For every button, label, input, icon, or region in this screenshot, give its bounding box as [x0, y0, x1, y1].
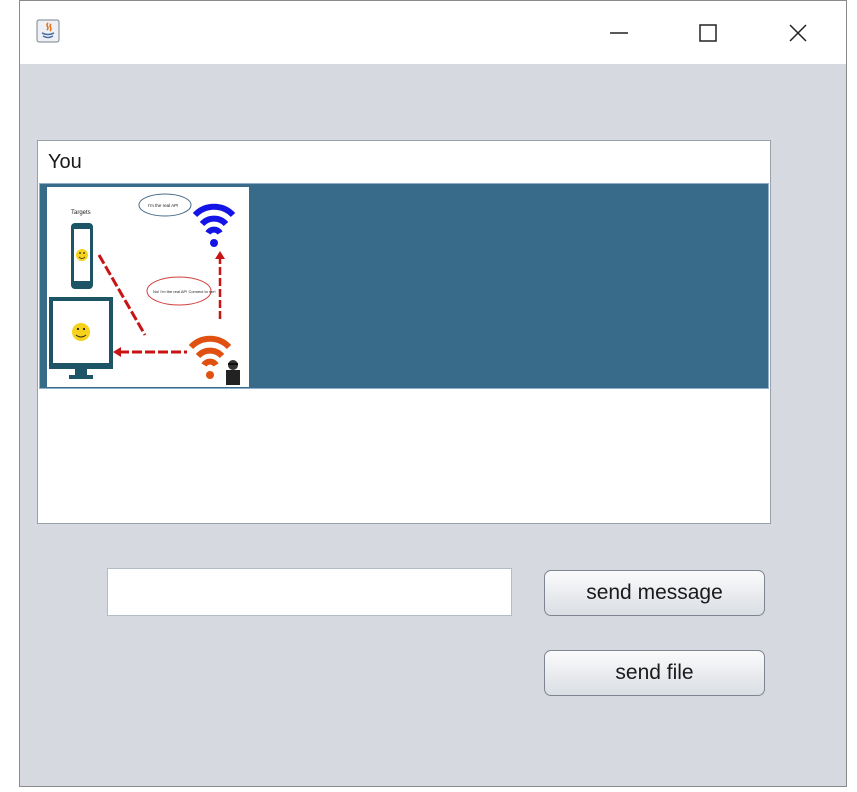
message-row-selected[interactable]: Targets I'm the real AP! No! I'm the rea…	[39, 183, 769, 389]
minimize-button[interactable]	[596, 13, 642, 53]
monitor-icon	[49, 297, 113, 379]
message-input[interactable]	[107, 568, 512, 616]
maximize-button[interactable]	[685, 13, 731, 53]
send-file-button[interactable]: send file	[544, 650, 765, 696]
message-image[interactable]: Targets I'm the real AP! No! I'm the rea…	[47, 187, 249, 387]
java-app-icon	[36, 19, 60, 43]
phone-icon	[71, 223, 93, 289]
message-sender: You	[48, 151, 82, 173]
close-button[interactable]	[775, 13, 821, 53]
title-bar	[20, 1, 846, 64]
speech-bubble-real-ap: I'm the real AP!	[138, 193, 192, 217]
close-icon	[789, 24, 807, 42]
maximize-icon	[699, 24, 717, 42]
image-text-targets: Targets	[71, 210, 91, 216]
send-message-button[interactable]: send message	[544, 570, 765, 616]
chat-panel[interactable]: You Targets I'm the real AP! No! I'm the…	[37, 140, 771, 524]
app-window: You Targets I'm the real AP! No! I'm the…	[19, 0, 847, 787]
image-text-rogue-ap: No! I'm the real AP! Connect to me!	[153, 289, 216, 294]
minimize-icon	[610, 32, 628, 34]
image-text-real-ap: I'm the real AP!	[148, 203, 178, 208]
hacker-icon	[226, 360, 240, 385]
